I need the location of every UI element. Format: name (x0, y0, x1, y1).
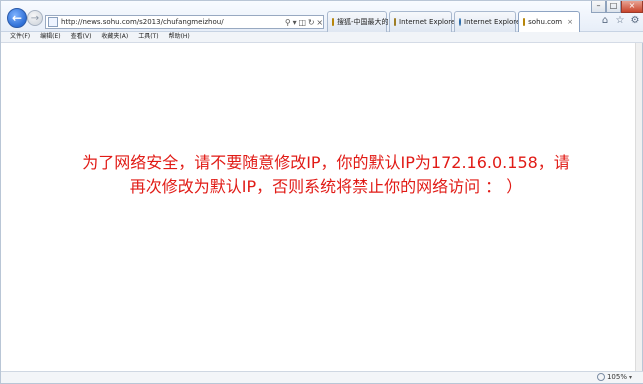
home-icon[interactable]: ⌂ (599, 15, 611, 27)
address-bar[interactable]: http://news.sohu.com/s2013/chufangmeizho… (45, 15, 324, 29)
menu-tools[interactable]: 工具(T) (138, 32, 158, 42)
stop-icon[interactable]: × (316, 18, 323, 27)
dropdown-icon[interactable]: ▾ (293, 18, 297, 27)
browser-toolbar: ← → http://news.sohu.com/s2013/chufangme… (1, 1, 643, 32)
search-icon[interactable]: ⚲ (285, 18, 291, 27)
address-tools: ⚲ ▾ ◫ ↻ × (284, 15, 324, 29)
magnifier-icon (596, 373, 605, 381)
window-controls: – □ × (591, 1, 643, 13)
warning-message: 为了网络安全，请不要随意修改IP，你的默认IP为172.16.0.158，请 再… (61, 151, 591, 199)
warning-message-line-2: 再次修改为默认IP，否则系统将禁止你的网络访问 ： ） (129, 177, 523, 196)
forward-button[interactable]: → (27, 10, 43, 26)
zoom-level: 105% (606, 373, 627, 381)
close-window-button[interactable]: × (621, 1, 643, 13)
sohu-favicon-icon (523, 18, 526, 26)
gear-icon[interactable]: ⚙ (629, 15, 641, 27)
tab-ie-1[interactable]: Internet Explore… (389, 11, 462, 32)
sohu-favicon-icon (332, 18, 334, 26)
page-content: 为了网络安全，请不要随意修改IP，你的默认IP为172.16.0.158，请 再… (1, 43, 637, 373)
page-favicon-icon (394, 18, 396, 26)
address-url[interactable]: http://news.sohu.com/s2013/chufangmeizho… (61, 16, 224, 28)
zoom-control[interactable]: 105% ▾ (596, 373, 632, 381)
minimize-button[interactable]: – (591, 1, 606, 13)
page-icon (48, 17, 58, 27)
menu-file[interactable]: 文件(F) (10, 32, 30, 42)
tab-strip: 搜狐-中国最大的… Internet Explore… Internet Exp… (327, 11, 580, 32)
star-icon[interactable]: ☆ (614, 15, 626, 27)
refresh-icon[interactable]: ↻ (308, 18, 315, 27)
close-tab-icon[interactable]: × (567, 18, 573, 26)
menu-favorites[interactable]: 收藏夹(A) (101, 32, 128, 42)
tab-label: sohu.com (528, 18, 563, 26)
back-arrow-icon: ← (11, 11, 23, 25)
vertical-scrollbar[interactable] (635, 43, 642, 373)
tab-sohu-news[interactable]: 搜狐-中国最大的… (327, 11, 396, 32)
ie-favicon-icon (459, 18, 461, 26)
forward-arrow-icon: → (30, 12, 40, 24)
tab-ie-2[interactable]: Internet Explore… (454, 11, 527, 32)
maximize-button[interactable]: □ (606, 1, 621, 13)
menu-bar: 文件(F) 编辑(E) 查看(V) 收藏夹(A) 工具(T) 帮助(H) (1, 32, 643, 43)
menu-view[interactable]: 查看(V) (71, 32, 92, 42)
tab-label: 搜狐-中国最大的… (337, 18, 396, 26)
tab-sohu-com[interactable]: sohu.com × (518, 11, 580, 32)
menu-help[interactable]: 帮助(H) (169, 32, 190, 42)
compatibility-icon[interactable]: ◫ (298, 18, 306, 27)
browser-icons: ⌂ ☆ ⚙ (599, 15, 641, 27)
tab-label: Internet Explore… (399, 18, 463, 26)
warning-message-line-1: 为了网络安全，请不要随意修改IP，你的默认IP为172.16.0.158，请 (82, 153, 570, 172)
menu-edit[interactable]: 编辑(E) (40, 32, 60, 42)
browser-window: ← → http://news.sohu.com/s2013/chufangme… (0, 0, 643, 384)
back-button[interactable]: ← (7, 8, 27, 28)
status-bar: 105% ▾ (1, 371, 643, 383)
chevron-down-icon[interactable]: ▾ (629, 374, 632, 381)
